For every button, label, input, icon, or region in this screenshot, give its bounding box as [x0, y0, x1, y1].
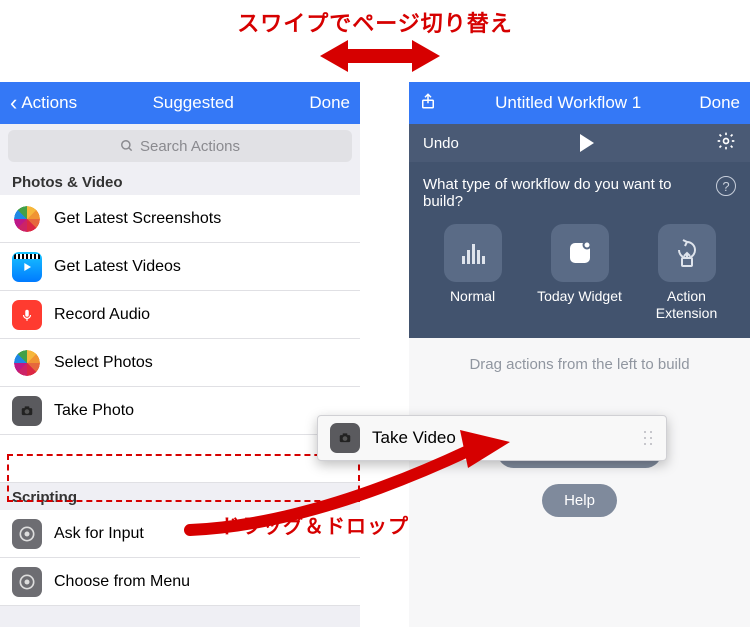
normal-icon — [444, 224, 502, 282]
action-extension-icon — [658, 224, 716, 282]
photos-icon — [12, 348, 42, 378]
workflow-title: Untitled Workflow 1 — [495, 93, 641, 113]
drag-handle-icon — [642, 429, 654, 447]
settings-icon[interactable] — [716, 131, 736, 155]
done-button-right[interactable]: Done — [699, 93, 740, 113]
search-input[interactable]: Search Actions — [8, 130, 352, 162]
action-item[interactable]: Take Photo — [0, 387, 360, 435]
workflow-type-today-widget[interactable]: Today Widget — [530, 224, 629, 322]
search-placeholder: Search Actions — [140, 138, 240, 155]
workflow-type-label: Today Widget — [537, 288, 622, 305]
back-button[interactable]: ‹ Actions — [10, 92, 77, 114]
action-label: Get Latest Screenshots — [54, 210, 221, 228]
section-header-scripting: Scripting — [0, 483, 360, 510]
gear-icon — [12, 519, 42, 549]
chevron-left-icon: ‹ — [10, 92, 17, 114]
undo-button[interactable]: Undo — [423, 135, 459, 152]
help-button[interactable]: Help — [542, 484, 617, 517]
workflow-type-chooser: What type of workflow do you want to bui… — [409, 162, 750, 338]
actions-browser-pane: ‹ Actions Suggested Done Search Actions … — [0, 82, 360, 627]
workflow-type-label: Action Extension — [637, 288, 736, 322]
camera-icon — [12, 396, 42, 426]
photos-icon — [12, 204, 42, 234]
section-header-photos: Photos & Video — [0, 168, 360, 195]
toolbar: Undo — [409, 124, 750, 162]
annotation-swipe: スワイプでページ切り替え — [0, 6, 750, 38]
camera-icon — [330, 423, 360, 453]
action-item[interactable]: Record Audio — [0, 291, 360, 339]
action-label: Choose from Menu — [54, 573, 190, 591]
dragging-action-label: Take Video — [372, 428, 456, 448]
action-label: Ask for Input — [54, 525, 144, 543]
workflow-editor-pane: Untitled Workflow 1 Done Undo What type … — [409, 82, 750, 627]
action-item[interactable]: Choose from Menu — [0, 558, 360, 606]
action-item[interactable]: Get Latest Screenshots — [0, 195, 360, 243]
dragging-action-card[interactable]: Take Video — [317, 415, 667, 461]
help-icon[interactable]: ? — [716, 176, 736, 196]
search-wrap: Search Actions — [0, 124, 360, 168]
done-button-left[interactable]: Done — [309, 93, 350, 113]
drop-hint: Drag actions from the left to build — [469, 356, 689, 373]
action-label: Select Photos — [54, 354, 153, 372]
back-label: Actions — [21, 93, 77, 113]
action-label: Take Photo — [54, 402, 134, 420]
double-arrow-icon — [320, 36, 440, 76]
workflow-type-normal[interactable]: Normal — [423, 224, 522, 322]
question-text: What type of workflow do you want to bui… — [423, 176, 706, 210]
workflow-type-label: Normal — [450, 288, 495, 305]
workflow-canvas[interactable]: Drag actions from the left to build Take… — [409, 338, 750, 627]
videos-icon — [12, 252, 42, 282]
microphone-icon — [12, 300, 42, 330]
left-header: ‹ Actions Suggested Done — [0, 82, 360, 124]
today-widget-icon — [551, 224, 609, 282]
header-title: Suggested — [77, 93, 309, 113]
annotation-dragdrop: ドラッグ＆ドロップ — [220, 510, 409, 539]
action-item[interactable]: Get Latest Videos — [0, 243, 360, 291]
empty-slot — [0, 435, 360, 483]
workflow-type-action-extension[interactable]: Action Extension — [637, 224, 736, 322]
share-icon[interactable] — [419, 90, 437, 117]
search-icon — [120, 139, 134, 153]
action-label: Record Audio — [54, 306, 150, 324]
action-label: Get Latest Videos — [54, 258, 181, 276]
right-header: Untitled Workflow 1 Done — [409, 82, 750, 124]
play-icon[interactable] — [580, 134, 594, 152]
gear-icon — [12, 567, 42, 597]
action-item[interactable]: Select Photos — [0, 339, 360, 387]
